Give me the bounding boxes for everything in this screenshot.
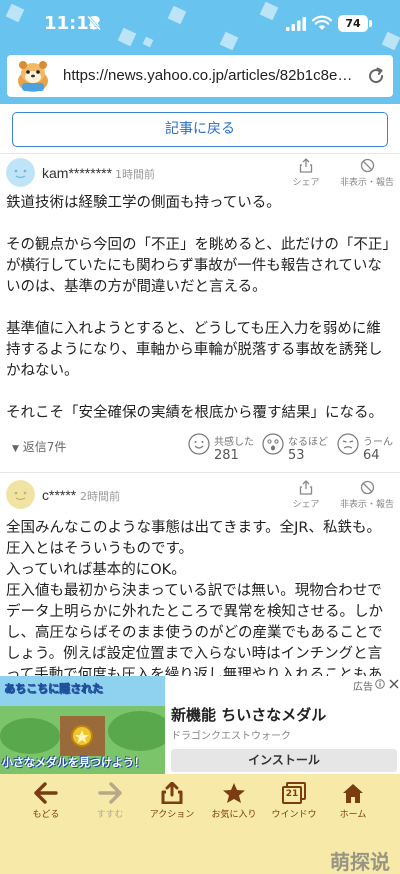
comment-paragraph: 鉄道技術は経験工学の側面も持っている。 bbox=[6, 195, 281, 211]
toolbar-favorites-button[interactable]: お気に入り bbox=[204, 782, 264, 820]
comment-time: 2時間前 bbox=[80, 490, 120, 503]
doubtful-face-icon bbox=[337, 433, 359, 455]
reaction-hmm-button[interactable]: うーん 64 bbox=[337, 433, 399, 465]
toolbar-back-button[interactable]: もどる bbox=[16, 782, 76, 820]
comment-time: 1時間前 bbox=[115, 168, 155, 181]
user-avatar-icon[interactable] bbox=[6, 480, 35, 509]
toolbar-label: お気に入り bbox=[211, 810, 257, 820]
divider bbox=[0, 472, 400, 473]
toolbar-label: すすむ bbox=[96, 810, 124, 820]
ad-close-icon[interactable] bbox=[389, 679, 399, 689]
reload-icon[interactable] bbox=[366, 66, 386, 86]
hide-report-button[interactable]: 非表示・報告 bbox=[336, 480, 398, 510]
reaction-insightful-button[interactable]: なるほど 53 bbox=[262, 433, 332, 465]
ad-subtitle: ドラゴンクエストウォーク bbox=[171, 731, 291, 742]
reaction-label: なるほど bbox=[288, 437, 328, 448]
window-icon: 21 bbox=[282, 782, 306, 804]
toolbar-label: ホーム bbox=[339, 810, 367, 820]
user-name[interactable]: c***** bbox=[42, 487, 76, 503]
status-bar: 11:12 74 bbox=[0, 0, 400, 46]
block-icon bbox=[360, 158, 374, 173]
ad-title[interactable]: 新機能 ちいさなメダル bbox=[171, 704, 326, 725]
battery-level: 74 bbox=[338, 15, 368, 32]
share-icon bbox=[299, 158, 313, 173]
toolbar-forward-button[interactable]: すすむ bbox=[80, 782, 140, 820]
comment-item: c***** 2時間前 シェア 非表示・報告 全国みんなこのような事態は出てきま… bbox=[0, 474, 400, 676]
home-icon bbox=[343, 784, 363, 803]
comment-paragraph: 基準値に入れようとすると、どうしても圧入力を弱めに維持するようになり、車軸から車… bbox=[6, 321, 383, 379]
back-to-article-button[interactable]: 記事に戻る bbox=[12, 112, 388, 147]
comment-body: 鉄道技術は経験工学の側面も持っている。 その観点から今回の「不正」を眺めると、此… bbox=[6, 193, 394, 424]
mascot-icon bbox=[18, 61, 48, 92]
replies-count: 返信7件 bbox=[22, 440, 67, 454]
hide-report-label: 非表示・報告 bbox=[339, 178, 394, 188]
comment-paragraph: それこそ「安全確保の実績を根底から覆す結果」になる。 bbox=[6, 405, 383, 421]
url-bar[interactable]: https://news.yahoo.co.jp/articles/82b1c8… bbox=[7, 55, 393, 97]
reaction-count: 53 bbox=[288, 448, 305, 463]
reaction-label: うーん bbox=[363, 437, 393, 448]
ad-install-button[interactable]: インストール bbox=[171, 749, 397, 772]
reaction-label: 共感した bbox=[214, 437, 254, 448]
comment-paragraph: 圧入値も最初から決まっている訳では無い。現物合わせでデータ上明らかに外れたところ… bbox=[6, 583, 383, 676]
toolbar-window-button[interactable]: 21 ウインドウ bbox=[264, 782, 324, 820]
share-button[interactable]: シェア bbox=[288, 480, 324, 510]
user-avatar-icon[interactable] bbox=[6, 158, 35, 187]
toolbar-label: もどる bbox=[32, 810, 60, 820]
smile-face-icon bbox=[188, 433, 210, 455]
battery-tip bbox=[369, 20, 372, 27]
toolbar-action-button[interactable]: アクション bbox=[142, 782, 202, 820]
hide-report-button[interactable]: 非表示・報告 bbox=[336, 158, 398, 188]
star-icon bbox=[223, 783, 245, 803]
ad-image[interactable]: あちこちに隠された 小さなメダルを見つけよう！ bbox=[0, 676, 165, 774]
share-label: シェア bbox=[292, 500, 320, 510]
ad-banner-top-text: あちこちに隠された bbox=[4, 682, 103, 695]
share-button[interactable]: シェア bbox=[288, 158, 324, 188]
window-count: 21 bbox=[282, 786, 302, 804]
url-text[interactable]: https://news.yahoo.co.jp/articles/82b1c8… bbox=[63, 67, 358, 84]
comment-item: kam******** 1時間前 シェア 非表示・報告 鉄道技術は経験工学の側面… bbox=[0, 154, 400, 467]
watermark: 萌探说 bbox=[330, 850, 390, 874]
hide-report-label: 非表示・報告 bbox=[339, 500, 394, 510]
wifi-icon bbox=[312, 15, 332, 30]
caret-down-icon: ▼ bbox=[12, 444, 19, 454]
ad-banner[interactable]: あちこちに隠された 小さなメダルを見つけよう！ 広告 新機能 ちいさなメダル ド… bbox=[0, 676, 400, 774]
ad-banner-bottom-text: 小さなメダルを見つけよう！ bbox=[2, 756, 145, 769]
ad-info-icon[interactable] bbox=[375, 679, 385, 689]
block-icon bbox=[360, 480, 374, 495]
share-icon bbox=[299, 480, 313, 495]
ad-badge: 広告 bbox=[353, 682, 373, 693]
comment-body: 全国みんなこのような事態は出てきます。全JR、私鉄も。圧入とはそういうものです。… bbox=[6, 518, 394, 676]
comment-paragraph: その観点から今回の「不正」を眺めると、此だけの「不正」が横行していたにも関わらず… bbox=[6, 237, 390, 295]
toolbar-label: アクション bbox=[149, 810, 195, 820]
surprised-face-icon bbox=[262, 433, 284, 455]
reaction-empathy-button[interactable]: 共感した 281 bbox=[188, 433, 258, 465]
share-label: シェア bbox=[292, 178, 320, 188]
reaction-count: 281 bbox=[214, 448, 239, 463]
browser-header: 11:12 74 https://news.yahoo.co.jp/articl… bbox=[0, 0, 400, 104]
arrow-right-icon bbox=[98, 782, 122, 804]
share-action-icon bbox=[161, 782, 183, 804]
comment-paragraph: 入っていれば基本的にOK。 bbox=[6, 562, 186, 578]
toolbar-home-button[interactable]: ホーム bbox=[323, 782, 383, 820]
toolbar-label: ウインドウ bbox=[271, 810, 317, 820]
comment-paragraph: 全国みんなこのような事態は出てきます。全JR、私鉄も。圧入とはそういうものです。 bbox=[6, 520, 381, 557]
replies-toggle[interactable]: ▼ 返信7件 bbox=[12, 438, 66, 455]
reaction-count: 64 bbox=[363, 448, 380, 463]
arrow-left-icon bbox=[34, 782, 58, 804]
signal-icon bbox=[286, 17, 306, 31]
bell-slash-icon bbox=[87, 15, 101, 31]
user-name[interactable]: kam******** bbox=[42, 165, 112, 181]
